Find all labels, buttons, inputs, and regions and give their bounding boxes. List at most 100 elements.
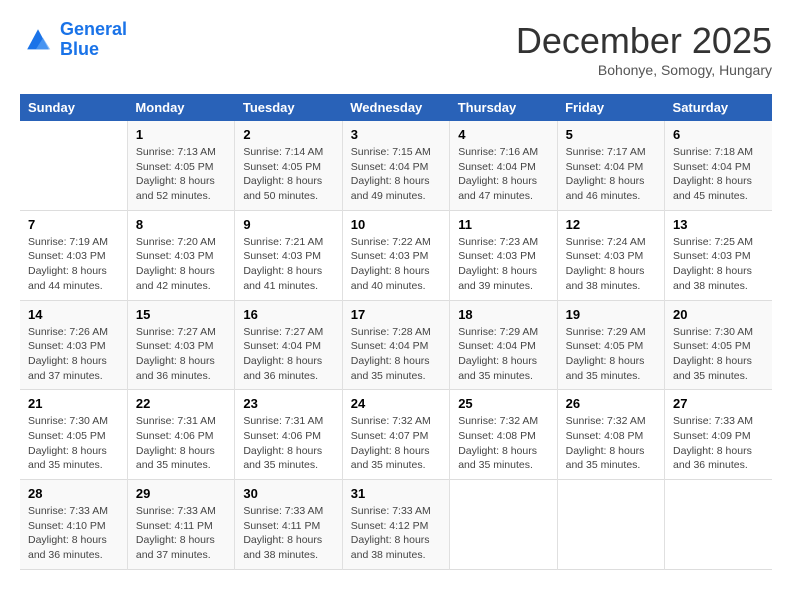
calendar-cell: 30 Sunrise: 7:33 AMSunset: 4:11 PMDaylig… [235, 480, 342, 570]
calendar-cell: 20 Sunrise: 7:30 AMSunset: 4:05 PMDaylig… [665, 300, 772, 390]
logo: General Blue [20, 20, 127, 60]
calendar-cell: 7 Sunrise: 7:19 AMSunset: 4:03 PMDayligh… [20, 210, 127, 300]
calendar-week-row: 7 Sunrise: 7:19 AMSunset: 4:03 PMDayligh… [20, 210, 772, 300]
calendar-cell: 10 Sunrise: 7:22 AMSunset: 4:03 PMDaylig… [342, 210, 449, 300]
day-number: 13 [673, 217, 764, 232]
location-subtitle: Bohonye, Somogy, Hungary [516, 62, 772, 78]
calendar-cell: 17 Sunrise: 7:28 AMSunset: 4:04 PMDaylig… [342, 300, 449, 390]
calendar-table: SundayMondayTuesdayWednesdayThursdayFrid… [20, 94, 772, 570]
day-number: 8 [136, 217, 226, 232]
weekday-header-row: SundayMondayTuesdayWednesdayThursdayFrid… [20, 94, 772, 121]
weekday-header: Sunday [20, 94, 127, 121]
logo-text: General Blue [60, 20, 127, 60]
day-number: 29 [136, 486, 226, 501]
day-number: 31 [351, 486, 441, 501]
day-number: 5 [566, 127, 656, 142]
day-number: 1 [136, 127, 226, 142]
month-title: December 2025 [516, 20, 772, 62]
day-number: 17 [351, 307, 441, 322]
day-info: Sunrise: 7:13 AMSunset: 4:05 PMDaylight:… [136, 145, 226, 204]
calendar-cell: 6 Sunrise: 7:18 AMSunset: 4:04 PMDayligh… [665, 121, 772, 210]
day-number: 19 [566, 307, 656, 322]
calendar-cell: 8 Sunrise: 7:20 AMSunset: 4:03 PMDayligh… [127, 210, 234, 300]
day-info: Sunrise: 7:14 AMSunset: 4:05 PMDaylight:… [243, 145, 333, 204]
day-info: Sunrise: 7:27 AMSunset: 4:04 PMDaylight:… [243, 325, 333, 384]
calendar-cell: 22 Sunrise: 7:31 AMSunset: 4:06 PMDaylig… [127, 390, 234, 480]
title-block: December 2025 Bohonye, Somogy, Hungary [516, 20, 772, 78]
day-info: Sunrise: 7:17 AMSunset: 4:04 PMDaylight:… [566, 145, 656, 204]
calendar-week-row: 1 Sunrise: 7:13 AMSunset: 4:05 PMDayligh… [20, 121, 772, 210]
day-number: 18 [458, 307, 548, 322]
calendar-cell: 3 Sunrise: 7:15 AMSunset: 4:04 PMDayligh… [342, 121, 449, 210]
calendar-cell: 13 Sunrise: 7:25 AMSunset: 4:03 PMDaylig… [665, 210, 772, 300]
day-info: Sunrise: 7:31 AMSunset: 4:06 PMDaylight:… [136, 414, 226, 473]
calendar-cell [20, 121, 127, 210]
day-number: 28 [28, 486, 119, 501]
calendar-cell: 29 Sunrise: 7:33 AMSunset: 4:11 PMDaylig… [127, 480, 234, 570]
calendar-cell: 11 Sunrise: 7:23 AMSunset: 4:03 PMDaylig… [450, 210, 557, 300]
day-info: Sunrise: 7:20 AMSunset: 4:03 PMDaylight:… [136, 235, 226, 294]
day-number: 12 [566, 217, 656, 232]
day-info: Sunrise: 7:15 AMSunset: 4:04 PMDaylight:… [351, 145, 441, 204]
day-info: Sunrise: 7:24 AMSunset: 4:03 PMDaylight:… [566, 235, 656, 294]
day-number: 30 [243, 486, 333, 501]
weekday-header: Thursday [450, 94, 557, 121]
day-info: Sunrise: 7:29 AMSunset: 4:04 PMDaylight:… [458, 325, 548, 384]
day-number: 6 [673, 127, 764, 142]
calendar-cell: 23 Sunrise: 7:31 AMSunset: 4:06 PMDaylig… [235, 390, 342, 480]
day-number: 3 [351, 127, 441, 142]
day-number: 23 [243, 396, 333, 411]
day-info: Sunrise: 7:21 AMSunset: 4:03 PMDaylight:… [243, 235, 333, 294]
calendar-cell: 9 Sunrise: 7:21 AMSunset: 4:03 PMDayligh… [235, 210, 342, 300]
day-info: Sunrise: 7:18 AMSunset: 4:04 PMDaylight:… [673, 145, 764, 204]
day-info: Sunrise: 7:30 AMSunset: 4:05 PMDaylight:… [28, 414, 119, 473]
calendar-week-row: 21 Sunrise: 7:30 AMSunset: 4:05 PMDaylig… [20, 390, 772, 480]
day-number: 7 [28, 217, 119, 232]
calendar-cell: 18 Sunrise: 7:29 AMSunset: 4:04 PMDaylig… [450, 300, 557, 390]
day-number: 10 [351, 217, 441, 232]
weekday-header: Friday [557, 94, 664, 121]
calendar-cell: 27 Sunrise: 7:33 AMSunset: 4:09 PMDaylig… [665, 390, 772, 480]
day-info: Sunrise: 7:26 AMSunset: 4:03 PMDaylight:… [28, 325, 119, 384]
day-info: Sunrise: 7:23 AMSunset: 4:03 PMDaylight:… [458, 235, 548, 294]
page-header: General Blue December 2025 Bohonye, Somo… [20, 20, 772, 78]
day-number: 16 [243, 307, 333, 322]
calendar-cell: 12 Sunrise: 7:24 AMSunset: 4:03 PMDaylig… [557, 210, 664, 300]
day-info: Sunrise: 7:32 AMSunset: 4:08 PMDaylight:… [458, 414, 548, 473]
day-number: 15 [136, 307, 226, 322]
weekday-header: Wednesday [342, 94, 449, 121]
calendar-cell: 24 Sunrise: 7:32 AMSunset: 4:07 PMDaylig… [342, 390, 449, 480]
calendar-cell: 14 Sunrise: 7:26 AMSunset: 4:03 PMDaylig… [20, 300, 127, 390]
day-number: 2 [243, 127, 333, 142]
day-info: Sunrise: 7:33 AMSunset: 4:11 PMDaylight:… [136, 504, 226, 563]
day-number: 24 [351, 396, 441, 411]
calendar-cell: 2 Sunrise: 7:14 AMSunset: 4:05 PMDayligh… [235, 121, 342, 210]
weekday-header: Tuesday [235, 94, 342, 121]
day-number: 27 [673, 396, 764, 411]
day-number: 20 [673, 307, 764, 322]
day-info: Sunrise: 7:27 AMSunset: 4:03 PMDaylight:… [136, 325, 226, 384]
calendar-week-row: 28 Sunrise: 7:33 AMSunset: 4:10 PMDaylig… [20, 480, 772, 570]
day-info: Sunrise: 7:33 AMSunset: 4:11 PMDaylight:… [243, 504, 333, 563]
calendar-cell: 31 Sunrise: 7:33 AMSunset: 4:12 PMDaylig… [342, 480, 449, 570]
day-info: Sunrise: 7:22 AMSunset: 4:03 PMDaylight:… [351, 235, 441, 294]
calendar-cell: 28 Sunrise: 7:33 AMSunset: 4:10 PMDaylig… [20, 480, 127, 570]
day-info: Sunrise: 7:16 AMSunset: 4:04 PMDaylight:… [458, 145, 548, 204]
weekday-header: Saturday [665, 94, 772, 121]
calendar-cell [665, 480, 772, 570]
calendar-cell: 1 Sunrise: 7:13 AMSunset: 4:05 PMDayligh… [127, 121, 234, 210]
calendar-cell [557, 480, 664, 570]
logo-icon [20, 22, 56, 58]
day-number: 14 [28, 307, 119, 322]
day-info: Sunrise: 7:30 AMSunset: 4:05 PMDaylight:… [673, 325, 764, 384]
day-info: Sunrise: 7:29 AMSunset: 4:05 PMDaylight:… [566, 325, 656, 384]
calendar-cell: 19 Sunrise: 7:29 AMSunset: 4:05 PMDaylig… [557, 300, 664, 390]
day-info: Sunrise: 7:33 AMSunset: 4:12 PMDaylight:… [351, 504, 441, 563]
day-number: 9 [243, 217, 333, 232]
calendar-cell [450, 480, 557, 570]
day-number: 4 [458, 127, 548, 142]
day-info: Sunrise: 7:33 AMSunset: 4:10 PMDaylight:… [28, 504, 119, 563]
day-number: 22 [136, 396, 226, 411]
day-info: Sunrise: 7:25 AMSunset: 4:03 PMDaylight:… [673, 235, 764, 294]
day-number: 21 [28, 396, 119, 411]
